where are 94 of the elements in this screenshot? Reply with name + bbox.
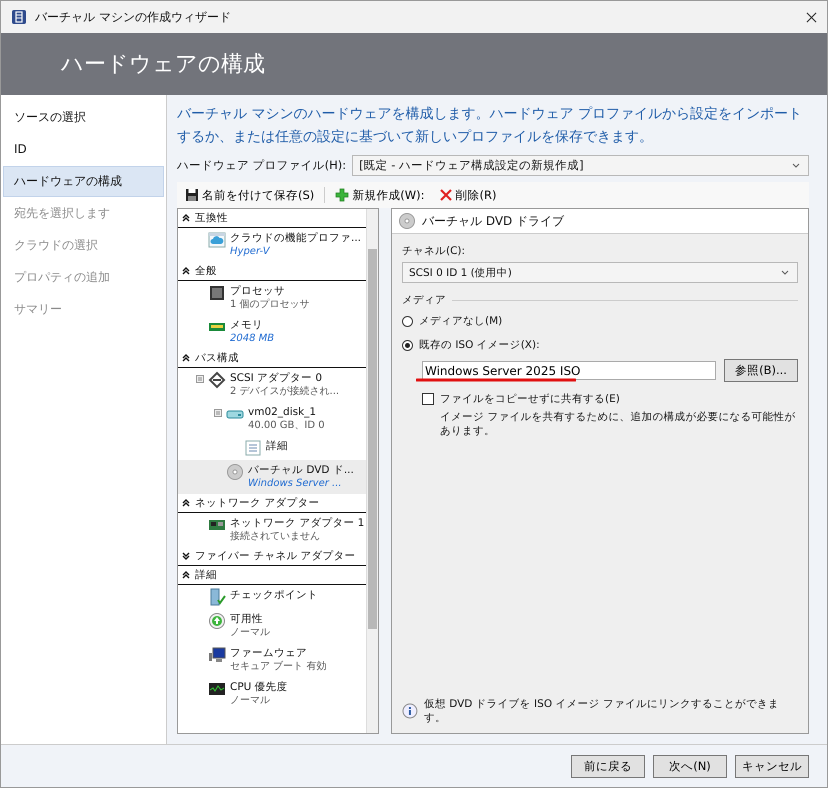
section-header[interactable]: ネットワーク アダプター <box>178 494 366 513</box>
hardware-item[interactable]: 詳細 <box>178 436 366 460</box>
dvd-icon <box>398 212 416 230</box>
hardware-item[interactable]: プロセッサ 1 個のプロセッサ <box>178 281 366 315</box>
section-header[interactable]: 互換性 <box>178 209 366 228</box>
section-header[interactable]: 詳細 <box>178 566 366 585</box>
wizard-step[interactable]: ソースの選択 <box>3 102 164 133</box>
double-chevron-icon <box>182 571 190 579</box>
cpu-priority-icon <box>208 680 226 698</box>
hardware-item[interactable]: CPU 優先度 ノーマル <box>178 677 366 711</box>
cloud-icon <box>208 231 226 249</box>
plus-icon <box>335 188 350 202</box>
share-note: イメージ ファイルを共有するために、追加の構成が必要になる可能性があります。 <box>439 410 796 438</box>
item-name: vm02_disk_1 <box>248 405 318 419</box>
info-icon <box>402 703 418 719</box>
channel-label: チャネル(C): <box>402 244 466 258</box>
item-detail: 2 デバイスが接続され... <box>230 385 340 399</box>
panel-title: バーチャル DVD ドライブ <box>422 212 564 230</box>
tree-toggle-icon[interactable] <box>196 375 204 383</box>
hardware-item[interactable]: ファームウェア セキュア ブート 有効 <box>178 643 366 677</box>
delete-x-icon <box>438 188 452 202</box>
item-detail: 40.00 GB、ID 0 <box>248 419 325 433</box>
double-chevron-icon <box>182 267 190 275</box>
profile-dropdown[interactable]: [既定 - ハードウェア構成設定の新規作成] <box>352 155 809 176</box>
intro-text: バーチャル マシンのハードウェアを構成します。ハードウェア プロファイルから設定をインポートするか、または任意の設定に基づいて新しいプロファイルを保存できます。 <box>177 105 803 147</box>
hardware-item[interactable]: 可用性 ノーマル <box>178 609 366 643</box>
scsi-icon <box>208 371 226 389</box>
chevron-down-icon <box>781 270 789 275</box>
hardware-item[interactable]: メモリ 2048 MB <box>178 315 366 349</box>
hardware-item[interactable]: クラウドの機能プロファ... Hyper-V <box>178 228 366 262</box>
hardware-item[interactable]: vm02_disk_1 40.00 GB、ID 0 <box>178 402 366 436</box>
wizard-button[interactable]: 前に戻る <box>571 754 645 778</box>
section-header[interactable]: 全般 <box>178 262 366 281</box>
chevron-down-icon <box>792 163 800 168</box>
item-name: プロセッサ <box>230 284 286 298</box>
item-name: SCSI アダプター 0 <box>230 371 324 385</box>
hardware-item[interactable]: SCSI アダプター 0 2 デバイスが接続され... <box>178 368 366 402</box>
cpu-icon <box>208 284 226 302</box>
checkbox[interactable] <box>422 393 434 405</box>
window-title: バーチャル マシンの作成ウィザード <box>35 8 232 26</box>
wizard-step[interactable]: ハードウェアの構成 <box>3 166 164 197</box>
item-name: ネットワーク アダプター 1 <box>230 516 364 530</box>
section-header[interactable]: バス構成 <box>178 349 366 368</box>
double-chevron-icon <box>182 552 190 560</box>
toolbar-button[interactable]: 削除(R) <box>434 188 500 202</box>
item-detail: セキュア ブート 有効 <box>230 660 326 674</box>
close-icon[interactable] <box>806 12 817 22</box>
double-chevron-icon <box>182 499 190 507</box>
hardware-item[interactable]: バーチャル DVD ド... Windows Server ... <box>178 460 366 494</box>
radio-option[interactable]: メディアなし(M) <box>402 311 798 331</box>
hardware-item[interactable]: ネットワーク アダプター 1 接続されていません <box>178 513 366 547</box>
section-header[interactable]: ファイバー チャネル アダプター <box>178 547 366 566</box>
item-name: 可用性 <box>230 612 264 626</box>
hardware-item[interactable]: チェックポイント <box>178 585 366 609</box>
item-detail: Windows Server ... <box>248 477 343 491</box>
item-name: チェックポイント <box>230 588 318 602</box>
double-chevron-icon <box>182 214 190 222</box>
toolbar-button[interactable]: 新規作成(W): <box>331 188 428 202</box>
item-name: メモリ <box>230 318 264 332</box>
radio-option[interactable]: 既存の ISO イメージ(X): <box>402 335 798 355</box>
profile-label: ハードウェア プロファイル(H): <box>177 158 346 173</box>
availability-icon <box>208 612 226 630</box>
item-name: クラウドの機能プロファ... <box>230 231 362 245</box>
wizard-button[interactable]: 次へ(N) <box>653 754 727 778</box>
item-detail: 1 個のプロセッサ <box>230 298 310 312</box>
item-name: ファームウェア <box>230 646 308 660</box>
item-name: CPU 優先度 <box>230 680 288 694</box>
firmware-icon <box>208 646 226 664</box>
iso-path-field[interactable]: Windows Server 2025 ISO <box>422 361 716 380</box>
item-detail: 2048 MB <box>230 332 274 346</box>
tree-toggle-icon[interactable] <box>214 409 222 417</box>
details-icon <box>244 439 262 457</box>
radio-button[interactable] <box>402 340 413 350</box>
share-option[interactable]: ファイルをコピーせずに共有する(E) <box>402 392 798 406</box>
scrollbar[interactable] <box>366 209 378 733</box>
item-detail: ノーマル <box>230 626 270 640</box>
dvd-icon <box>226 463 244 481</box>
page-heading: ハードウェアの構成 <box>61 51 265 79</box>
wizard-button[interactable]: キャンセル <box>735 754 809 778</box>
item-name: 詳細 <box>266 439 288 453</box>
item-detail: ノーマル <box>230 694 271 708</box>
media-group-label: メディア <box>402 293 446 307</box>
toolbar-button[interactable]: 名前を付けて保存(S) <box>181 188 318 202</box>
item-name: バーチャル DVD ド... <box>248 463 354 477</box>
double-chevron-icon <box>182 354 190 362</box>
wizard-app-icon <box>11 9 27 25</box>
item-detail: 接続されていません <box>230 530 321 544</box>
item-detail: Hyper-V <box>230 245 271 259</box>
browse-button[interactable]: 参照(B)... <box>724 359 798 382</box>
checkpoint-icon <box>208 588 226 606</box>
radio-button[interactable] <box>402 316 413 326</box>
wizard-step[interactable]: ID <box>3 134 164 165</box>
channel-dropdown[interactable]: SCSI 0 ID 1 (使用中) <box>402 262 798 283</box>
info-text: 仮想 DVD ドライブを ISO イメージ ファイルにリンクすることができます。 <box>424 697 780 725</box>
